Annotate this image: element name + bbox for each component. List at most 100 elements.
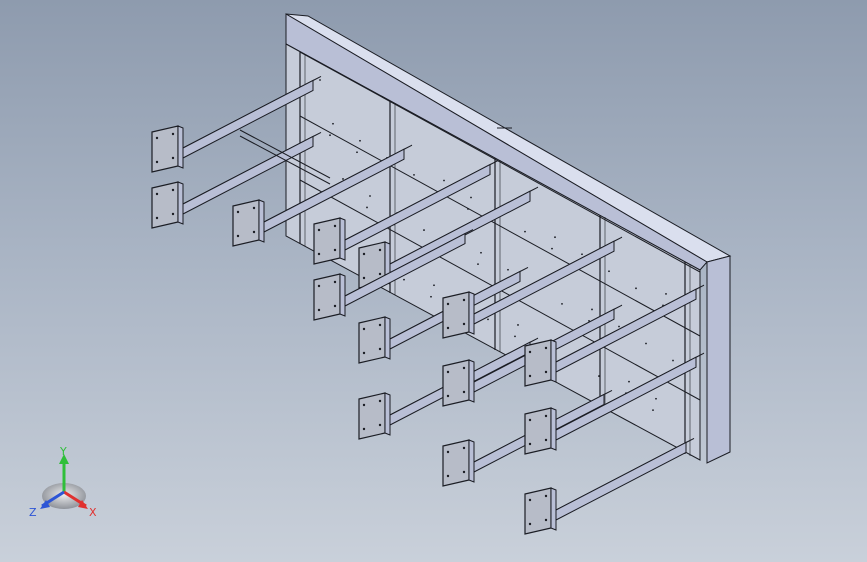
panel-rivet	[655, 397, 657, 400]
flange-bolt-hole	[462, 470, 466, 474]
flange-bolt-hole	[362, 403, 366, 407]
flange-bolt-hole	[378, 347, 382, 351]
arm-flange-edge	[384, 316, 391, 360]
arm-flange-edge	[258, 199, 265, 243]
arm-flange-edge	[177, 125, 184, 169]
flange-bolt-hole	[317, 228, 321, 232]
cad-viewport[interactable]: Y X Z	[0, 0, 867, 562]
flange-bolt-hole	[236, 234, 240, 238]
panel-rivet	[430, 295, 432, 298]
flange-bolt-hole	[462, 366, 466, 370]
flange-bolt-hole	[378, 423, 382, 427]
panel-rivet	[342, 178, 344, 180]
panel-rivet	[672, 359, 674, 362]
flange-bolt-hole	[528, 350, 532, 354]
panel-rivet	[514, 335, 516, 338]
panel-rivet	[366, 206, 368, 209]
arm-beam-side	[555, 441, 687, 521]
panel-rivet	[359, 139, 361, 142]
flange-bolt-hole	[171, 156, 175, 160]
panel-rivet	[561, 302, 563, 305]
flange-bolt-hole	[362, 276, 366, 280]
arm-flange-plate	[313, 273, 341, 321]
flange-bolt-hole	[446, 302, 450, 306]
flange-bolt-hole	[362, 427, 366, 431]
panel-rivet	[618, 325, 620, 328]
flange-bolt-hole	[544, 414, 548, 418]
flange-bolt-hole	[544, 518, 548, 522]
flange-bolt-hole	[362, 252, 366, 256]
flange-bolt-hole	[446, 474, 450, 478]
flange-bolt-hole	[155, 192, 159, 196]
panel-rivet	[319, 79, 321, 81]
arm-flange-edge	[468, 359, 475, 403]
flange-bolt-hole	[362, 351, 366, 355]
flange-bolt-hole	[378, 399, 382, 403]
x-axis-label: X	[89, 506, 97, 519]
arm-flange-edge	[550, 407, 557, 451]
panel-rivet	[356, 151, 358, 154]
panel-rivet	[517, 324, 519, 326]
arm-flange-edge	[468, 439, 475, 483]
flange-bolt-hole	[462, 446, 466, 450]
arm-flange-plate	[313, 217, 341, 265]
arm-flange-edge	[339, 217, 346, 261]
arm-flange-edge	[384, 392, 391, 436]
flange-bolt-hole	[317, 308, 321, 312]
arm-flange-plate	[442, 359, 470, 407]
view-orientation-triad[interactable]: Y X Z	[24, 446, 104, 526]
flange-bolt-hole	[446, 326, 450, 330]
flange-bolt-hole	[171, 188, 175, 192]
flange-bolt-hole	[155, 160, 159, 164]
y-axis-label: Y	[59, 446, 67, 458]
panel-rivet	[467, 208, 469, 210]
flange-bolt-hole	[528, 418, 532, 422]
flange-bolt-hole	[462, 322, 466, 326]
rack-assembly-model[interactable]	[0, 0, 867, 562]
arm-flange-plate	[524, 487, 552, 535]
panel-rivet	[524, 230, 526, 233]
panel-rivet	[608, 270, 610, 273]
panel-rivet	[403, 278, 405, 281]
flange-bolt-hole	[462, 390, 466, 394]
arm-flange-plate	[151, 125, 179, 173]
frame-right-side	[706, 255, 731, 464]
panel-rivet	[423, 229, 425, 231]
arm-flange-edge	[550, 487, 557, 531]
arm-flange-plate	[358, 316, 386, 364]
flange-bolt-hole	[155, 136, 159, 140]
flange-bolt-hole	[171, 132, 175, 136]
panel-rivet	[598, 375, 600, 377]
panel-rivet	[652, 409, 654, 412]
panel-rivet	[635, 287, 637, 290]
flange-bolt-hole	[446, 394, 450, 398]
arm-flange-edge	[177, 181, 184, 225]
arm-flange-plate	[232, 199, 260, 247]
flange-bolt-hole	[252, 206, 256, 210]
flange-bolt-hole	[333, 224, 337, 228]
arm-flange-plate	[442, 439, 470, 487]
panel-rivet	[332, 122, 334, 125]
flange-bolt-hole	[378, 272, 382, 276]
flange-bolt-hole	[333, 304, 337, 308]
flange-bolt-hole	[446, 370, 450, 374]
flange-bolt-hole	[333, 280, 337, 284]
panel-rivet	[551, 247, 553, 250]
panel-rivet	[470, 196, 472, 199]
panel-rivet	[413, 173, 415, 176]
flange-bolt-hole	[544, 438, 548, 442]
arm-flange-edge	[550, 339, 557, 383]
panel-rivet	[507, 268, 509, 271]
flange-bolt-hole	[362, 327, 366, 331]
flange-bolt-hole	[544, 346, 548, 350]
panel-rivet	[369, 195, 371, 197]
flange-bolt-hole	[236, 210, 240, 214]
panel-rivet	[443, 179, 445, 182]
flange-bolt-hole	[317, 252, 321, 256]
panel-rivet	[554, 236, 556, 239]
panel-rivet	[581, 253, 583, 256]
flange-bolt-hole	[378, 248, 382, 252]
flange-bolt-hole	[378, 323, 382, 327]
arm-flange-plate	[524, 339, 552, 387]
panel-rivet	[628, 380, 630, 383]
